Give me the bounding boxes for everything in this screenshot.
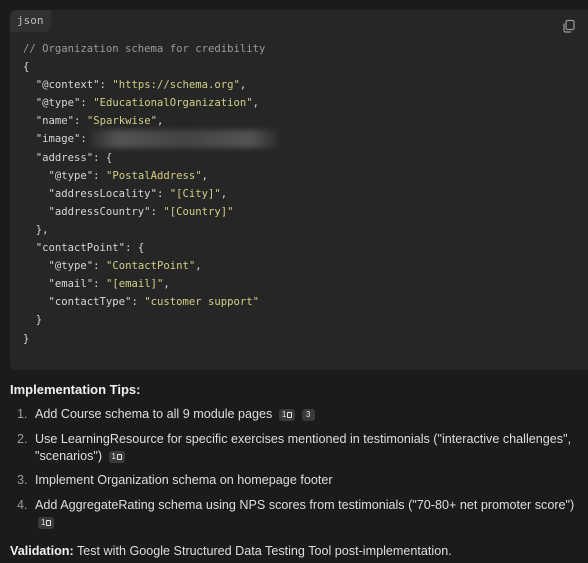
document-icon bbox=[46, 519, 52, 526]
citation-badge[interactable]: 1 bbox=[38, 516, 55, 529]
copy-icon[interactable] bbox=[562, 19, 576, 33]
list-item: 4. Add AggregateRating schema using NPS … bbox=[17, 497, 575, 529]
document-icon bbox=[287, 412, 293, 418]
code-language-label: json bbox=[10, 10, 51, 32]
tips-list: 1. Add Course schema to all 9 module pag… bbox=[10, 406, 580, 538]
document-icon bbox=[117, 453, 122, 460]
list-item: 1. Add Course schema to all 9 module pag… bbox=[10, 406, 580, 423]
code-comment: // Organization schema for credibility bbox=[23, 43, 266, 55]
tips-heading: Implementation Tips: bbox=[10, 382, 141, 397]
code-block: json // Organization schema for credibil… bbox=[10, 10, 588, 370]
list-item: 3. Implement Organization schema on home… bbox=[17, 473, 333, 487]
citation-badge[interactable]: 1 bbox=[108, 450, 125, 463]
list-item: 2. Use LearningResource for specific exe… bbox=[17, 431, 572, 463]
citation-badge[interactable]: 3 bbox=[301, 409, 315, 421]
code-content: // Organization schema for credibility {… bbox=[23, 40, 279, 348]
validation-note: Validation: Test with Google Structured … bbox=[10, 544, 452, 558]
citation-badge[interactable]: 1 bbox=[278, 409, 296, 421]
redacted-image-value bbox=[88, 130, 279, 149]
